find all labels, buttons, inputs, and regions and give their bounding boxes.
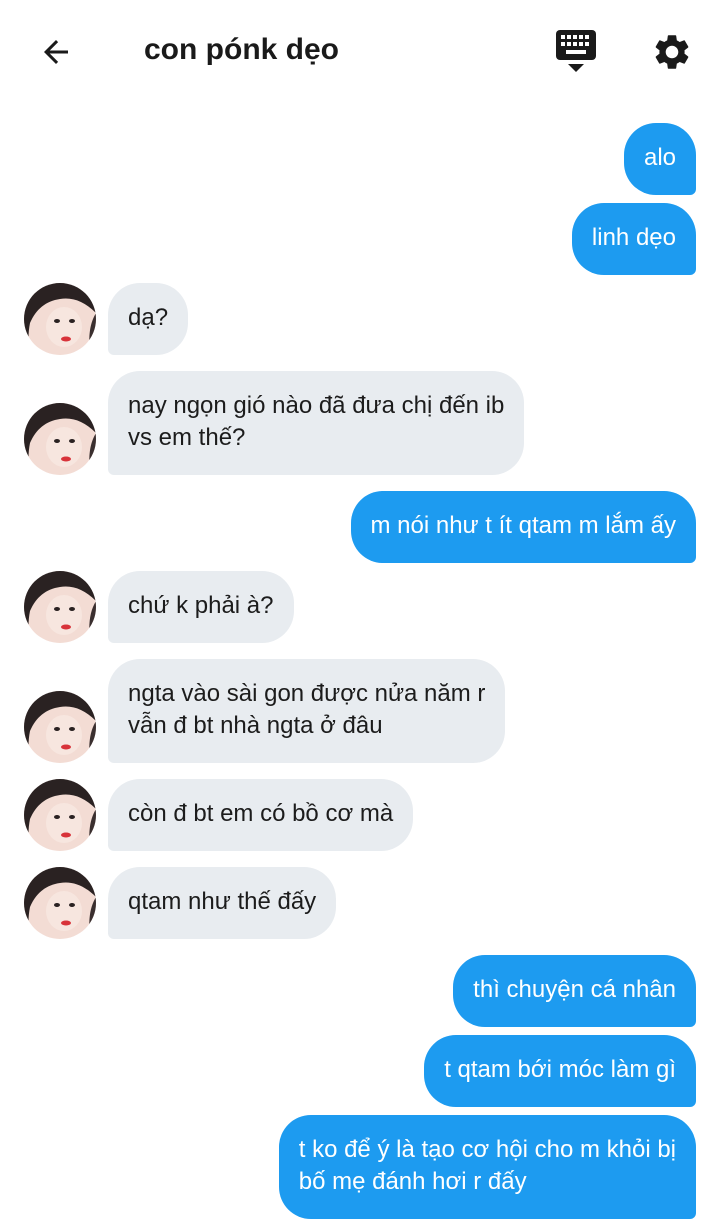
avatar-photo <box>24 691 96 763</box>
message-bubble-outgoing[interactable]: alo <box>623 123 696 195</box>
avatar-photo <box>24 867 96 939</box>
avatar-photo <box>24 571 96 643</box>
message-bubble-incoming[interactable]: còn đ bt em có bồ cơ mà <box>108 779 414 851</box>
message-bubble-outgoing[interactable]: m nói như t ít qtam m lắm ấy <box>350 491 696 563</box>
message-bubble-incoming[interactable]: nay ngọn gió nào đã đưa chị đến ib vs em… <box>108 371 525 475</box>
contact-avatar[interactable] <box>24 283 96 355</box>
message-list: alo linh dẹo dạ? nay ngọn gió nào đã đưa… <box>0 0 720 1223</box>
avatar-photo <box>24 283 96 355</box>
contact-avatar[interactable] <box>24 571 96 643</box>
message-bubble-outgoing[interactable]: linh dẹo <box>571 203 696 275</box>
message-bubble-incoming[interactable]: ngta vào sài gon được nửa năm r vẫn đ bt… <box>108 659 506 763</box>
message-bubble-incoming[interactable]: qtam như thế đấy <box>108 867 337 939</box>
contact-avatar[interactable] <box>24 403 96 475</box>
message-bubble-incoming[interactable]: dạ? <box>108 283 189 355</box>
contact-avatar[interactable] <box>24 779 96 851</box>
message-bubble-outgoing[interactable]: thì chuyện cá nhân <box>453 955 696 1027</box>
message-bubble-outgoing[interactable]: t ko để ý là tạo cơ hội cho m khỏi bị bố… <box>278 1115 696 1219</box>
contact-avatar[interactable] <box>24 691 96 763</box>
contact-avatar[interactable] <box>24 867 96 939</box>
message-bubble-outgoing[interactable]: t qtam bới móc làm gì <box>424 1035 696 1107</box>
message-bubble-incoming[interactable]: chứ k phải à? <box>108 571 294 643</box>
avatar-photo <box>24 779 96 851</box>
avatar-photo <box>24 403 96 475</box>
